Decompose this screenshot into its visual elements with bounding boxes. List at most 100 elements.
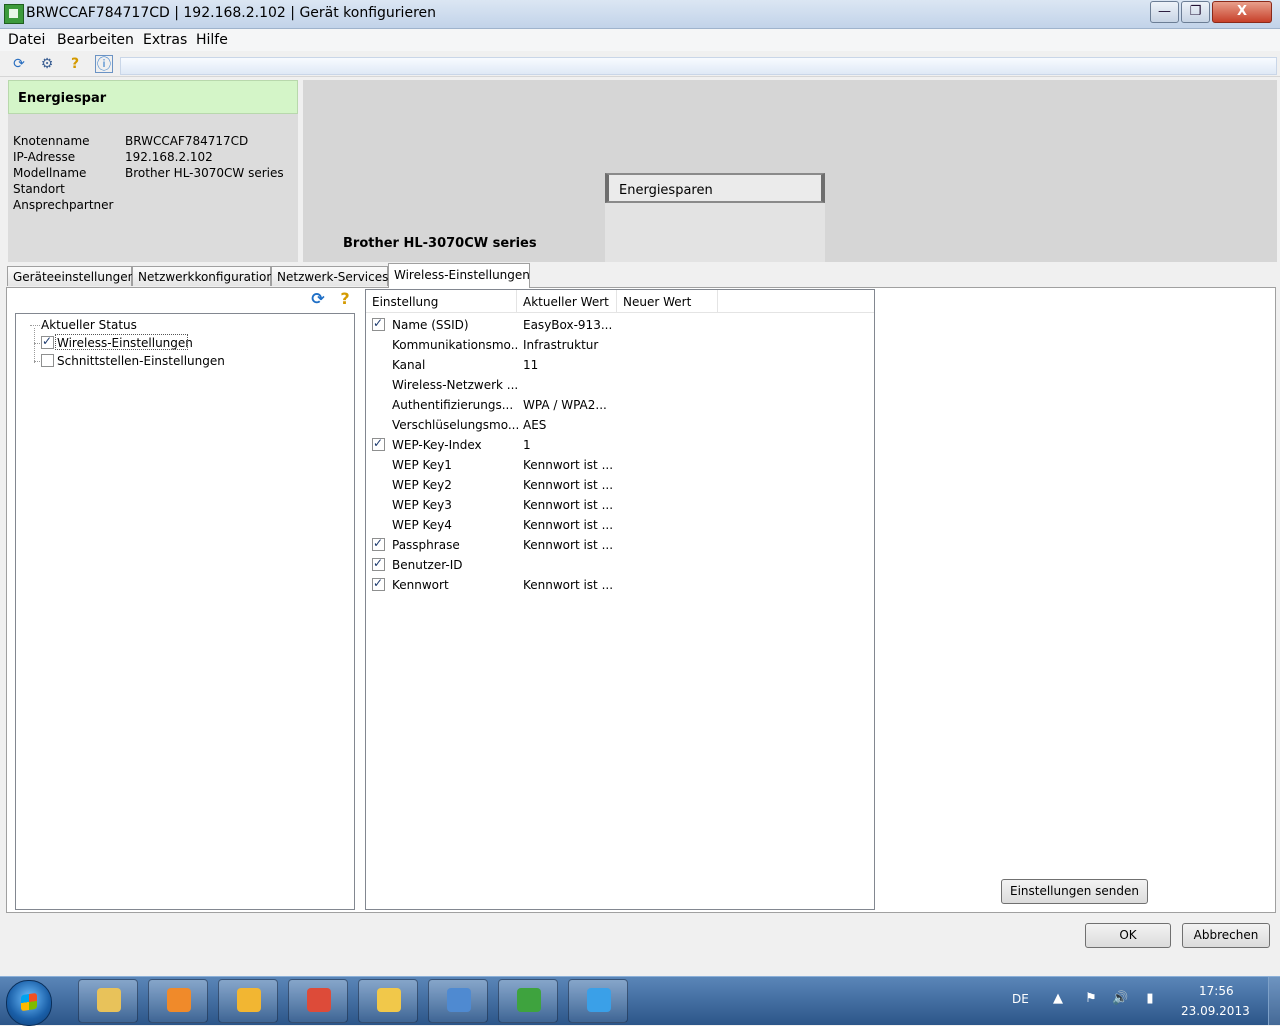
- current-value: Kennwort ist ...: [523, 458, 614, 472]
- app-icon: [4, 4, 24, 24]
- menu-bearbeiten[interactable]: Bearbeiten: [57, 32, 134, 48]
- setting-name: Kommunikationsmo...: [392, 338, 518, 352]
- info-label-contact: Ansprechpartner: [13, 198, 114, 212]
- table-row[interactable]: Benutzer-ID: [366, 555, 874, 575]
- info-label-knotenname: Knotenname: [13, 134, 90, 148]
- help-icon[interactable]: ?: [337, 290, 353, 308]
- tab-geraeteeinstellungen[interactable]: Geräteeinstellungen: [7, 266, 135, 286]
- table-row[interactable]: WEP Key4 Kennwort ist ...: [366, 515, 874, 535]
- taskbar-app-button[interactable]: [498, 979, 558, 1023]
- table-row[interactable]: WEP Key2 Kennwort ist ...: [366, 475, 874, 495]
- taskbar-app-button[interactable]: [568, 979, 628, 1023]
- table-row[interactable]: WEP-Key-Index 1: [366, 435, 874, 455]
- device-status-display: Energiesparen: [605, 173, 825, 203]
- current-value: 1: [523, 438, 531, 452]
- tab-netzwerkkonfiguration[interactable]: Netzwerkkonfiguration: [132, 266, 274, 286]
- column-header-einstellung[interactable]: Einstellung: [366, 290, 517, 312]
- refresh-icon[interactable]: ⟳: [309, 290, 327, 308]
- column-header-aktueller-wert[interactable]: Aktueller Wert: [517, 290, 617, 312]
- setting-name: Authentifizierungs...: [392, 398, 514, 412]
- brother-config-icon: [517, 988, 541, 1012]
- tree-item-schnittstellen[interactable]: Schnittstellen-Einstellungen: [57, 354, 225, 368]
- setting-name: Passphrase: [392, 538, 460, 552]
- info-value-model: Brother HL-3070CW series: [125, 166, 284, 180]
- toolbar: ⟳ ⚙ ? ⓘ: [0, 52, 1280, 77]
- network-signal-icon[interactable]: ▮: [1142, 991, 1158, 1007]
- info-icon[interactable]: ⓘ: [95, 55, 113, 73]
- taskbar-app-button[interactable]: [218, 979, 278, 1023]
- table-row[interactable]: Kommunikationsmo... Infrastruktur: [366, 335, 874, 355]
- ok-button[interactable]: OK: [1085, 923, 1171, 948]
- table-row[interactable]: Authentifizierungs... WPA / WPA2...: [366, 395, 874, 415]
- language-indicator[interactable]: DE: [1012, 992, 1029, 1006]
- printer-settings-icon[interactable]: ⚙: [38, 55, 56, 73]
- row-checkbox[interactable]: [372, 556, 385, 571]
- taskbar-app-button[interactable]: [428, 979, 488, 1023]
- help-icon[interactable]: ?: [66, 55, 84, 73]
- refresh-network-icon[interactable]: ⟳: [10, 55, 28, 73]
- internet-explorer-icon: [587, 988, 611, 1012]
- settings-tree: Aktueller Status Wireless-Einstellungen …: [15, 313, 355, 910]
- current-value: Infrastruktur: [523, 338, 599, 352]
- tree-checkbox-schnittstellen[interactable]: [41, 354, 54, 367]
- show-hidden-icons-icon[interactable]: ▲: [1050, 991, 1066, 1007]
- media-player-icon: [167, 988, 191, 1012]
- row-checkbox[interactable]: [372, 436, 385, 451]
- tab-wireless-einstellungen[interactable]: Wireless-Einstellungen: [388, 263, 530, 288]
- volume-icon[interactable]: 🔊: [1112, 991, 1128, 1007]
- device-status-text: Energiesparen: [619, 183, 713, 198]
- taskbar-app-button[interactable]: [288, 979, 348, 1023]
- send-settings-button[interactable]: Einstellungen senden: [1001, 879, 1148, 904]
- setting-name: Wireless-Netzwerk ...: [392, 378, 518, 392]
- close-button[interactable]: X: [1212, 1, 1272, 23]
- explorer-icon: [97, 988, 121, 1012]
- table-row[interactable]: Kennwort Kennwort ist ...: [366, 575, 874, 595]
- column-header-neuer-wert[interactable]: Neuer Wert: [617, 290, 718, 312]
- row-checkbox[interactable]: [372, 316, 385, 331]
- table-row[interactable]: Wireless-Netzwerk ...: [366, 375, 874, 395]
- chrome-icon: [307, 988, 331, 1012]
- current-value: Kennwort ist ...: [523, 578, 614, 592]
- tree-line: [34, 343, 40, 344]
- menu-datei[interactable]: Datei: [8, 32, 45, 48]
- maximize-button[interactable]: ❐: [1181, 1, 1210, 23]
- table-row[interactable]: WEP Key3 Kennwort ist ...: [366, 495, 874, 515]
- cancel-button[interactable]: Abbrechen: [1182, 923, 1270, 948]
- device-model-caption: Brother HL-3070CW series: [343, 236, 537, 251]
- taskbar-app-button[interactable]: [358, 979, 418, 1023]
- device-panel-shade: [605, 203, 825, 262]
- menu-hilfe[interactable]: Hilfe: [196, 32, 228, 48]
- taskbar-app-button[interactable]: [78, 979, 138, 1023]
- table-row[interactable]: Verschlüselungsmo... AES: [366, 415, 874, 435]
- start-button[interactable]: [6, 980, 52, 1026]
- info-value-ip: 192.168.2.102: [125, 150, 213, 164]
- info-label-model: Modellname: [13, 166, 87, 180]
- row-checkbox[interactable]: [372, 576, 385, 591]
- row-checkbox[interactable]: [372, 536, 385, 551]
- title-bar[interactable]: BRWCCAF784717CD | 192.168.2.102 | Gerät …: [0, 0, 1280, 29]
- setting-name: Name (SSID): [392, 318, 469, 332]
- tree-focus-rect: [55, 334, 188, 350]
- table-row[interactable]: Name (SSID) EasyBox-913...: [366, 315, 874, 335]
- taskbar-app-button[interactable]: [148, 979, 208, 1023]
- clock-date[interactable]: 23.09.2013: [1181, 1004, 1250, 1018]
- action-center-icon[interactable]: ⚑: [1083, 991, 1099, 1007]
- network-computers-icon: [447, 988, 471, 1012]
- tab-netzwerk-services[interactable]: Netzwerk-Services: [271, 266, 388, 286]
- menu-extras[interactable]: Extras: [143, 32, 187, 48]
- tree-line: [34, 328, 35, 363]
- table-row[interactable]: WEP Key1 Kennwort ist ...: [366, 455, 874, 475]
- tree-line: [30, 325, 40, 326]
- setting-name: WEP Key4: [392, 518, 452, 532]
- current-value: Kennwort ist ...: [523, 478, 614, 492]
- tree-line: [34, 361, 40, 362]
- setting-name: Verschlüselungsmo...: [392, 418, 518, 432]
- clock-time[interactable]: 17:56: [1199, 984, 1234, 998]
- table-row[interactable]: Passphrase Kennwort ist ...: [366, 535, 874, 555]
- info-label-standort: Standort: [13, 182, 65, 196]
- show-desktop-button[interactable]: [1268, 977, 1280, 1025]
- minimize-button[interactable]: —: [1150, 1, 1179, 23]
- tree-checkbox-wireless[interactable]: [41, 334, 54, 349]
- table-row[interactable]: Kanal 11: [366, 355, 874, 375]
- tree-root-aktueller-status[interactable]: Aktueller Status: [41, 318, 137, 332]
